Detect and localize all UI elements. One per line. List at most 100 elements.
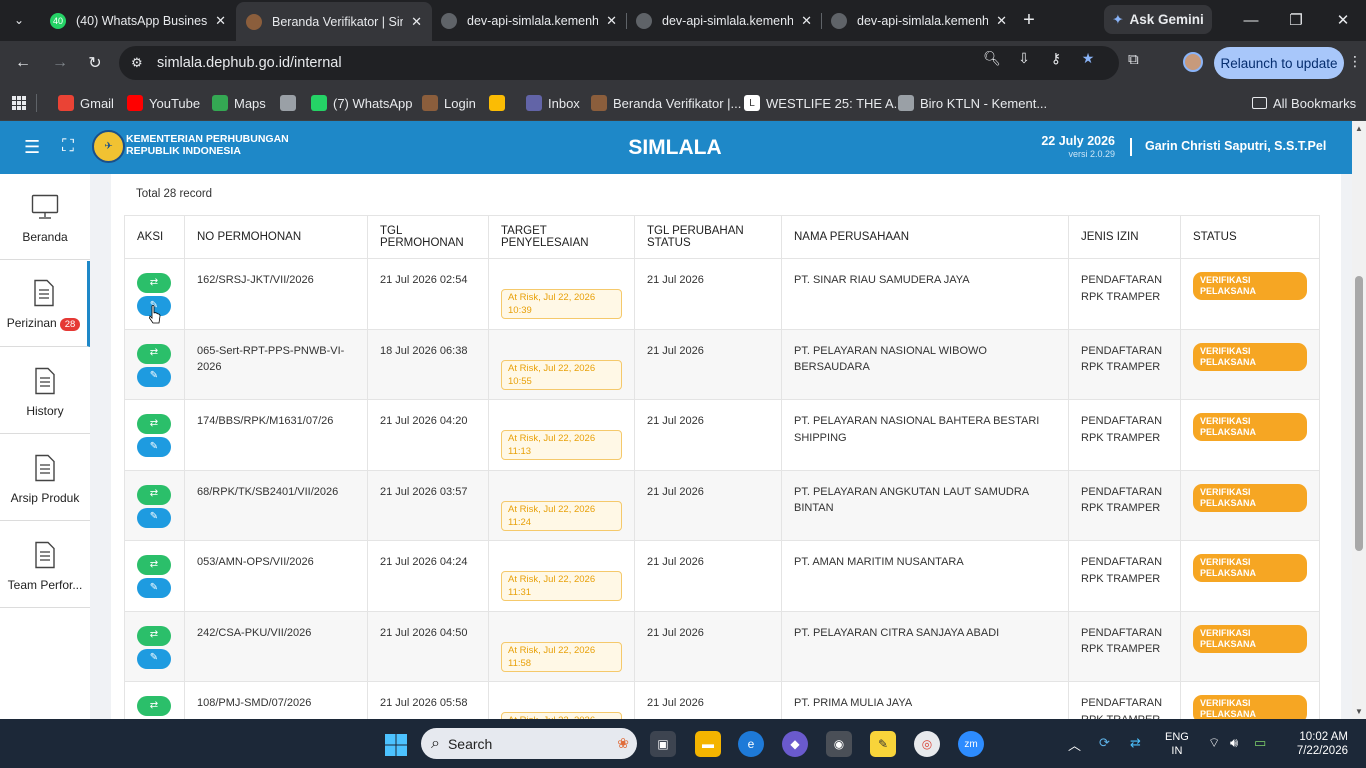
hamburger-menu-icon[interactable]: ☰ bbox=[24, 137, 40, 158]
browser-tab[interactable]: dev-api-simlala.kemenhub ✕ bbox=[431, 4, 627, 37]
install-icon[interactable]: ⇩ bbox=[1014, 49, 1034, 67]
volume-icon[interactable]: 🔊︎ bbox=[1230, 735, 1238, 751]
forward-icon[interactable]: → bbox=[47, 51, 73, 75]
bookmark-label: YouTube bbox=[149, 95, 201, 111]
edit-button[interactable]: ✎ bbox=[137, 578, 171, 598]
tab-title: dev-api-simlala.kemenhub bbox=[857, 13, 989, 28]
wifi-icon[interactable]: ⌔ bbox=[1208, 735, 1220, 751]
bookmark-item[interactable]: Maps bbox=[212, 93, 266, 113]
restore-icon[interactable]: ❐ bbox=[1281, 8, 1311, 32]
sidebar-item-beranda[interactable]: Beranda bbox=[0, 174, 90, 260]
battery-icon[interactable]: ▭ bbox=[1254, 735, 1266, 751]
sidebar-item-arsip-produk[interactable]: Arsip Produk bbox=[0, 435, 90, 521]
bookmark-item[interactable]: Inbox bbox=[526, 93, 580, 113]
tab-close-icon[interactable]: ✕ bbox=[411, 14, 422, 30]
edge-icon[interactable]: e bbox=[738, 731, 764, 757]
transfer-button[interactable]: ⇄ bbox=[137, 696, 171, 716]
tab-close-icon[interactable]: ✕ bbox=[801, 13, 812, 29]
fullscreen-icon[interactable]: ⛶ bbox=[62, 136, 74, 156]
column-header[interactable]: TGL PERUBAHAN STATUS bbox=[634, 215, 782, 259]
sidebar-item-team-perfor[interactable]: Team Perfor... bbox=[0, 522, 90, 608]
transfer-button[interactable]: ⇄ bbox=[137, 273, 171, 293]
bookmark-item[interactable]: (7) WhatsApp bbox=[311, 93, 412, 113]
tab-close-icon[interactable]: ✕ bbox=[606, 13, 617, 29]
extensions-icon[interactable]: ⧉ bbox=[1128, 51, 1139, 68]
language-indicator[interactable]: ENG IN bbox=[1165, 730, 1189, 758]
column-header[interactable]: NAMA PERUSAHAAN bbox=[781, 215, 1069, 259]
edit-button[interactable]: ✎ bbox=[137, 437, 171, 457]
bookmark-item[interactable] bbox=[280, 93, 302, 113]
tab-search-icon[interactable]: ⌄ bbox=[8, 8, 30, 32]
system-clock[interactable]: 10:02 AM 7/22/2026 bbox=[1288, 730, 1348, 758]
user-name[interactable]: Garin Christi Saputri, S.S.T.Pel bbox=[1145, 139, 1326, 153]
column-header[interactable]: AKSI bbox=[124, 215, 185, 259]
copilot-icon[interactable]: ◆ bbox=[782, 731, 808, 757]
bookmark-item[interactable]: Login bbox=[422, 93, 476, 113]
chrome-icon[interactable]: ◎ bbox=[914, 731, 940, 757]
browser-tab[interactable]: dev-api-simlala.kemenhub ✕ bbox=[626, 4, 822, 37]
site-info-icon[interactable]: ⚙ bbox=[131, 55, 143, 71]
column-header[interactable]: JENIS IZIN bbox=[1068, 215, 1181, 259]
scroll-down-icon[interactable]: ▼ bbox=[1354, 707, 1364, 716]
bookmark-item[interactable] bbox=[489, 93, 511, 113]
column-header[interactable]: NO PERMOHONAN bbox=[184, 215, 368, 259]
network-activity-icon[interactable]: ⇄ bbox=[1130, 735, 1141, 751]
browser-tab[interactable]: dev-api-simlala.kemenhub ✕ bbox=[821, 4, 1017, 37]
windows-start-icon[interactable] bbox=[383, 732, 409, 758]
scrollbar-thumb[interactable] bbox=[1355, 276, 1363, 551]
menu-kebab-icon[interactable]: ⋮ bbox=[1348, 53, 1362, 70]
column-header[interactable]: TARGET PENYELESAIAN bbox=[488, 215, 635, 259]
tgl-permohonan-cell: 21 Jul 2026 02:54 bbox=[367, 258, 489, 330]
tray-chevron-icon[interactable]: ︿ bbox=[1068, 735, 1081, 754]
page-scrollbar[interactable]: ▲ ▼ bbox=[1352, 121, 1366, 719]
new-tab-button[interactable]: + bbox=[1018, 8, 1040, 32]
sync-icon[interactable]: ⟳ bbox=[1099, 735, 1110, 751]
transfer-button[interactable]: ⇄ bbox=[137, 555, 171, 575]
status-badge: VERIFIKASI PELAKSANA bbox=[1193, 413, 1307, 441]
taskbar-search[interactable]: ⌕ Search ❀ bbox=[421, 728, 637, 759]
windows-taskbar: ⌕ Search ❀ ▣ ▬ e ◆ ◉ ✎ ◎ zm ︿ ⟳ ⇄ ENG IN… bbox=[0, 719, 1366, 768]
all-bookmarks[interactable]: All Bookmarks bbox=[1252, 93, 1356, 113]
transfer-button[interactable]: ⇄ bbox=[137, 625, 171, 646]
bookmark-star-icon[interactable]: ★ bbox=[1078, 49, 1098, 67]
apps-grid-icon[interactable] bbox=[11, 93, 27, 113]
task-view-icon[interactable]: ▣ bbox=[650, 731, 676, 757]
file-explorer-icon[interactable]: ▬ bbox=[695, 731, 721, 757]
sidebar-item-perizinan[interactable]: Perizinan 28 bbox=[0, 261, 90, 347]
camera-icon[interactable]: ◉ bbox=[826, 731, 852, 757]
password-key-icon[interactable]: ⚷ bbox=[1046, 49, 1066, 67]
zoom-app-icon[interactable]: zm bbox=[958, 731, 984, 757]
bookmark-item[interactable]: Biro KTLN - Kement... bbox=[898, 93, 1047, 113]
transfer-button[interactable]: ⇄ bbox=[137, 414, 171, 434]
column-header[interactable]: TGL PERMOHONAN bbox=[367, 215, 489, 259]
minimize-icon[interactable]: — bbox=[1236, 8, 1266, 32]
transfer-button[interactable]: ⇄ bbox=[137, 343, 171, 364]
bookmark-item[interactable]: Gmail bbox=[58, 93, 114, 113]
sticky-notes-icon[interactable]: ✎ bbox=[870, 731, 896, 757]
back-icon[interactable]: ← bbox=[10, 51, 36, 75]
address-bar[interactable]: ⚙ simlala.dephub.go.id/internal bbox=[119, 46, 1119, 80]
bookmark-item[interactable]: YouTube bbox=[127, 93, 200, 113]
bookmark-item[interactable]: Beranda Verifikator |... bbox=[591, 93, 741, 113]
zoom-icon[interactable]: 🔍︎ bbox=[982, 49, 1002, 67]
browser-tab[interactable]: 40 (40) WhatsApp Business ✕ bbox=[40, 4, 236, 37]
scroll-up-icon[interactable]: ▲ bbox=[1354, 124, 1364, 133]
tab-title: dev-api-simlala.kemenhub bbox=[662, 13, 794, 28]
edit-button[interactable]: ✎ bbox=[137, 366, 171, 387]
bookmark-label: Inbox bbox=[548, 95, 580, 111]
profile-avatar[interactable] bbox=[1183, 52, 1203, 72]
tab-close-icon[interactable]: ✕ bbox=[996, 13, 1007, 29]
relaunch-button[interactable]: Relaunch to update bbox=[1214, 47, 1344, 79]
browser-tab[interactable]: Beranda Verifikator | Simlala ✕ bbox=[236, 2, 432, 41]
sidebar-item-history[interactable]: History bbox=[0, 348, 90, 434]
edit-button[interactable]: ✎ bbox=[137, 507, 171, 528]
action-cell: ⇄✎ bbox=[124, 469, 185, 541]
reload-icon[interactable]: ↻ bbox=[82, 51, 108, 75]
edit-button[interactable]: ✎ bbox=[137, 648, 171, 669]
tab-close-icon[interactable]: ✕ bbox=[215, 13, 226, 29]
bookmark-item[interactable]: L WESTLIFE 25: THE A... bbox=[744, 93, 904, 113]
ask-gemini-button[interactable]: ✦ Ask Gemini bbox=[1104, 5, 1212, 34]
column-header[interactable]: STATUS bbox=[1180, 215, 1320, 259]
transfer-button[interactable]: ⇄ bbox=[137, 484, 171, 505]
close-window-icon[interactable]: ✕ bbox=[1328, 8, 1358, 32]
